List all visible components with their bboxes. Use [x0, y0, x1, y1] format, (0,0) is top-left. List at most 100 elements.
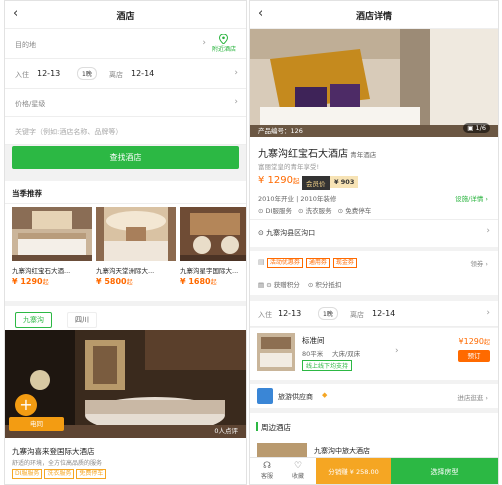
coupon-tag: 活动优惠券 [266, 258, 303, 268]
visit-store-link[interactable]: 进店逛逛 › [457, 392, 488, 402]
photo-count: 1/6 [475, 124, 486, 132]
hotel-photo [12, 207, 92, 261]
coupon-tag: 通用券 [305, 258, 330, 268]
review-count: 0人点评 [214, 427, 238, 435]
page-title: 酒店详情 [355, 12, 392, 22]
checkout-label: 离店 [350, 311, 364, 319]
check-icon: ⊙ [307, 281, 314, 289]
book-button[interactable]: 预订 [458, 350, 490, 362]
divider [250, 219, 498, 220]
nearby-title: 周边酒店 [261, 423, 291, 432]
featured-hotel-desc: 舒适的环境，全方位高品质的服务 [12, 460, 103, 467]
verified-icon: ◆ [322, 391, 328, 399]
coupon-tag: 现金券 [332, 258, 357, 268]
service-tag: 洗衣服务 [44, 469, 75, 479]
room-card[interactable]: 标准间 80平米 大床/双床 › 线上线下均支持 ¥1290起 预订 [250, 328, 498, 380]
region-section: 九寨沟 四川 + 电同 0人点评 九寨沟喜来登国际大酒店 舒适的环境，全方位高品… [5, 306, 246, 484]
search-hotel-button[interactable]: 查找酒店 [12, 146, 239, 169]
visit-store-label: 进店逛逛 [457, 394, 484, 402]
hotel-hero-photo[interactable] [250, 29, 498, 137]
keyword-input[interactable]: 关键字（例如:酒店名称、品牌等） [15, 127, 122, 137]
hotel-detail-screen: ‹ 酒店详情 产品编号：126 ▣ 1/6 九寨沟红宝石大酒店 青年酒店 富丽堂… [249, 0, 499, 485]
keyword-row[interactable]: 关键字（例如:酒店名称、品牌等） [5, 117, 246, 145]
coupon-row[interactable]: ▤ 活动优惠券 通用券 现金券 [258, 258, 360, 268]
service-label: 客服 [260, 473, 273, 480]
check-icon: ⊙ [337, 207, 344, 215]
service-item: 免费停车 [345, 207, 372, 215]
collect-label: 领券 [470, 260, 484, 268]
points-row: ▤ ⊙ 获赠积分 ⊙ 积分抵扣 [258, 279, 341, 289]
top-bar: ‹ 酒店详情 [250, 1, 498, 29]
supplier-row[interactable]: 旅游供应商 ◆ 进店逛逛 › [250, 384, 498, 408]
recommend-name: 九寨沟星宇国际大... [180, 267, 239, 275]
price-unit: 起 [293, 177, 300, 185]
hotel-photo [96, 207, 176, 261]
hotel-tagline: 富丽堂皇的青年享受! [258, 163, 320, 171]
location-icon: ⊙ [258, 229, 264, 237]
location-icon [219, 34, 229, 44]
collect-coupon-link[interactable]: 领券 › [470, 258, 488, 268]
nearby-hotel-photo[interactable] [257, 443, 307, 457]
hotel-info: 九寨沟红宝石大酒店 青年酒店 富丽堂皇的青年享受! ¥ 1290起 会员价 ¥ … [250, 137, 498, 247]
checkin-label: 入住 [15, 71, 29, 79]
check-icon: ⊙ [258, 207, 264, 215]
facility-link[interactable]: 设施/详情 › [455, 193, 488, 203]
add-icon[interactable]: + [15, 394, 37, 416]
checkin-date: 12-13 [37, 69, 61, 78]
nearby-label: 附近酒店 [211, 46, 236, 53]
price-star-field: 价格/星级 [15, 100, 46, 108]
points-item: 获赠积分 [273, 281, 300, 289]
share-earn-button[interactable]: 分销赚 ¥ 258.00 [316, 458, 391, 484]
chevron-right-icon: › [234, 68, 238, 78]
recommend-price: ¥ 5800 [96, 277, 127, 286]
room-price: ¥1290 [458, 337, 484, 346]
nights-badge: 1晚 [318, 307, 338, 320]
tab-sichuan[interactable]: 四川 [67, 312, 97, 328]
feature-badge: 电同 [9, 417, 64, 431]
check-icon: ⊙ [298, 207, 304, 215]
promo-section: ▤ 活动优惠券 通用券 现金券 领券 › ▤ ⊙ 获赠积分 ⊙ 积分抵扣 [250, 251, 498, 295]
recommend-price: ¥ 1290 [12, 277, 43, 286]
price-star-row[interactable]: 价格/星级 › [5, 89, 246, 117]
hotel-photo [180, 207, 246, 261]
chevron-right-icon: › [234, 97, 238, 107]
checkout-date: 12-14 [131, 69, 155, 78]
room-name: 标准间 [302, 336, 325, 345]
supplier-logo [257, 388, 273, 404]
chevron-right-icon: › [202, 38, 206, 48]
photo-label: 产品编号：126 [258, 127, 303, 135]
member-label: 会员价 [302, 176, 330, 190]
headset-icon: ☊ [263, 461, 271, 471]
open-info: 2010年开业 | 2010年装修 [258, 195, 337, 203]
service-button[interactable]: ☊ 客服 [256, 461, 278, 480]
heart-icon: ♡ [293, 461, 303, 471]
destination-row[interactable]: 目的地 › 附近酒店 [5, 29, 246, 59]
coupon-icon: ▤ [258, 258, 265, 266]
price-unit: 起 [483, 339, 490, 346]
select-room-button[interactable]: 选择房型 [391, 458, 498, 484]
recommend-card[interactable]: 九寨沟天堂洲际大... ¥ 5800起 [96, 207, 176, 286]
image-icon: ▣ [467, 124, 474, 132]
nearby-section: 周边酒店 九寨沟中旅大酒店 [250, 413, 498, 457]
price-unit: 起 [210, 279, 217, 286]
destination-label: 目的地 [15, 41, 36, 49]
date-row[interactable]: 入住 12-13 1晚 离店 12-14 › [5, 59, 246, 89]
favorite-button[interactable]: ♡ 收藏 [287, 461, 309, 480]
nearby-hotel-name: 九寨沟中旅大酒店 [314, 447, 370, 455]
tab-jiuzhaigou[interactable]: 九寨沟 [15, 312, 52, 328]
featured-hotel-name: 九寨沟喜来登国际大酒店 [12, 447, 95, 456]
nearby-hotel-button[interactable]: 附近酒店 [212, 34, 236, 53]
recommend-section: 当季推荐 九寨沟红宝石大酒... ¥ 1290起 九寨沟天堂洲际大... ¥ 5… [5, 181, 246, 301]
room-size: 80平米 [302, 350, 324, 358]
address-row[interactable]: ⊙ 九寨沟县区沟口 [258, 228, 315, 238]
checkout-date: 12-14 [372, 309, 396, 318]
recommend-card[interactable]: 九寨沟星宇国际大... ¥ 1680起 [180, 207, 246, 286]
service-tag: 免费停车 [76, 469, 107, 479]
chevron-right-icon: › [486, 226, 490, 236]
service-item: DI服服务 [265, 207, 292, 215]
date-row[interactable]: 入住 12-13 1晚 离店 12-14 › [250, 301, 498, 327]
section-marker [256, 422, 258, 431]
photo-counter[interactable]: ▣ 1/6 [463, 123, 490, 133]
divider [5, 203, 246, 204]
recommend-card[interactable]: 九寨沟红宝石大酒... ¥ 1290起 [12, 207, 92, 286]
